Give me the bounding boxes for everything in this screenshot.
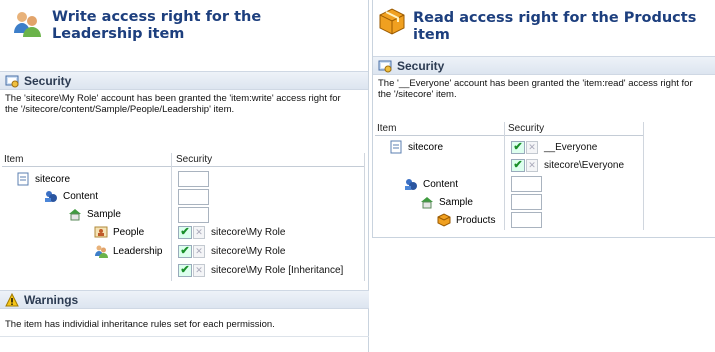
left-panel: Write access right for the Leadership it… xyxy=(0,0,369,352)
home-icon xyxy=(421,197,433,209)
tree-node-label: Products xyxy=(456,214,496,226)
deny-x-icon[interactable]: ✕ xyxy=(193,225,205,239)
account-name: __Everyone xyxy=(544,141,598,153)
security-cell-empty[interactable] xyxy=(178,189,209,205)
security-description: The 'sitecore\My Role' account has been … xyxy=(5,93,341,115)
security-label: Security xyxy=(24,74,72,88)
security-label: Security xyxy=(397,59,445,73)
tree-node-content[interactable]: Content xyxy=(404,176,458,192)
tree-node-label: sitecore xyxy=(35,173,71,185)
tree-node-content[interactable]: Content xyxy=(44,188,98,204)
tree-node-sample[interactable]: Sample xyxy=(68,206,121,222)
security-entry: ✔ ✕ sitecore\My Role xyxy=(178,243,285,259)
security-cell-empty[interactable] xyxy=(511,194,542,210)
tree-node-label: People xyxy=(113,226,145,238)
column-header-item: Item xyxy=(4,154,24,165)
security-entry: ✔ ✕ sitecore\My Role xyxy=(178,224,285,240)
warnings-section-header: Warnings xyxy=(0,290,369,309)
security-icon xyxy=(5,75,19,88)
page-title: Read access right for the Products item xyxy=(413,10,697,43)
package-icon xyxy=(379,8,405,35)
tree-node-sitecore[interactable]: sitecore xyxy=(389,139,443,155)
left-title-bar: Write access right for the Leadership it… xyxy=(0,0,368,55)
account-name: sitecore\Everyone xyxy=(544,159,625,171)
tree-node-label: Content xyxy=(63,190,99,202)
column-header-security: Security xyxy=(508,123,545,134)
tree-node-label: Sample xyxy=(439,196,473,208)
allow-check-icon[interactable]: ✔ xyxy=(178,244,192,258)
tree-node-sitecore[interactable]: sitecore xyxy=(16,171,70,187)
content-icon xyxy=(45,191,57,202)
account-name: sitecore\My Role xyxy=(211,226,286,238)
home-icon xyxy=(69,209,81,221)
security-entry: ✔ ✕ __Everyone xyxy=(511,139,597,155)
document-icon xyxy=(17,172,29,186)
security-entry: ✔ ✕ sitecore\My Role [Inheritance] xyxy=(178,262,343,278)
allow-check-icon[interactable]: ✔ xyxy=(511,140,525,154)
allow-check-icon[interactable]: ✔ xyxy=(178,225,192,239)
allow-check-icon[interactable]: ✔ xyxy=(511,158,525,172)
security-cell-empty[interactable] xyxy=(178,207,209,223)
column-header-security: Security xyxy=(176,154,213,165)
security-section-header: Security xyxy=(373,56,715,75)
warning-message: The item has individial inheritance rule… xyxy=(5,319,275,330)
security-cell-empty[interactable] xyxy=(511,176,542,192)
warning-icon xyxy=(5,293,19,307)
deny-x-icon[interactable]: ✕ xyxy=(193,263,205,277)
tree-node-products[interactable]: Products xyxy=(437,212,495,228)
warnings-label: Warnings xyxy=(24,293,79,307)
tree-node-people[interactable]: People xyxy=(94,224,144,240)
tree-node-leadership[interactable]: Leadership xyxy=(94,243,162,259)
tree-node-label: Sample xyxy=(87,208,121,220)
document-icon xyxy=(390,140,402,154)
account-name: sitecore\My Role xyxy=(211,245,286,257)
deny-x-icon[interactable]: ✕ xyxy=(526,140,538,154)
deny-x-icon[interactable]: ✕ xyxy=(526,158,538,172)
page-title: Write access right for the Leadership it… xyxy=(52,9,262,42)
allow-check-icon[interactable]: ✔ xyxy=(178,263,192,277)
tree-node-label: Leadership xyxy=(113,245,163,257)
person-card-icon xyxy=(94,226,108,238)
tree-node-label: Content xyxy=(423,178,459,190)
content-icon xyxy=(405,179,417,190)
security-entry: ✔ ✕ sitecore\Everyone xyxy=(511,157,624,173)
tree-node-sample[interactable]: Sample xyxy=(420,194,473,210)
right-title-bar: Read access right for the Products item xyxy=(373,0,715,56)
security-section-header: Security xyxy=(0,71,368,90)
account-name: sitecore\My Role [Inheritance] xyxy=(211,264,344,276)
users-icon xyxy=(95,245,108,258)
tree-node-label: sitecore xyxy=(408,141,444,153)
package-icon xyxy=(437,213,451,227)
security-description: The '__Everyone' account has been grante… xyxy=(378,78,693,100)
security-cell-empty[interactable] xyxy=(511,212,542,228)
column-header-item: Item xyxy=(377,123,397,134)
security-icon xyxy=(378,60,392,73)
users-icon xyxy=(14,12,41,37)
security-cell-empty[interactable] xyxy=(178,171,209,187)
deny-x-icon[interactable]: ✕ xyxy=(193,244,205,258)
right-panel: Read access right for the Products item … xyxy=(372,0,715,238)
